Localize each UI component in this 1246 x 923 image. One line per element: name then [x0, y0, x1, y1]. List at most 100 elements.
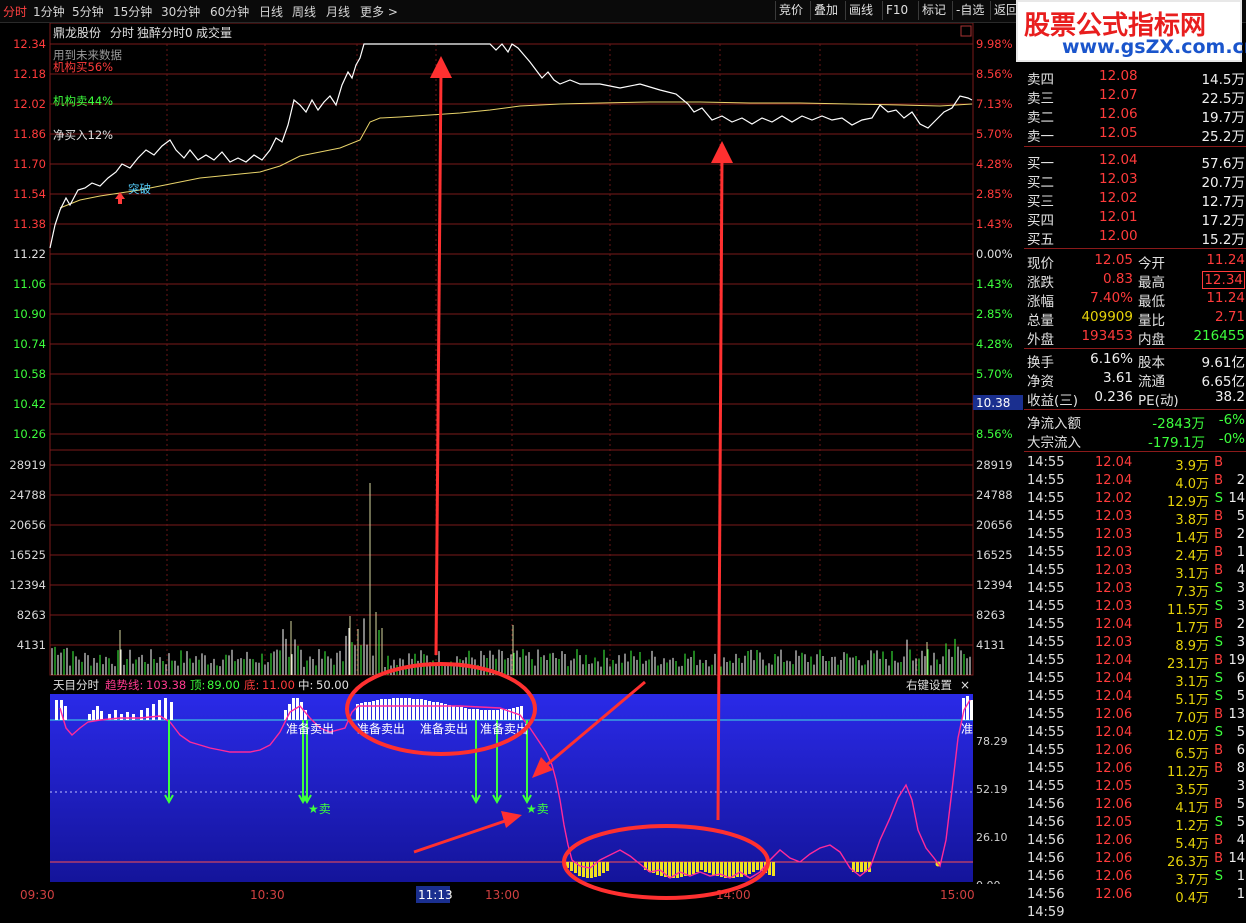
tick-row: 14:55 12.04 5.1万 S 5 [1027, 689, 1245, 708]
mark-button[interactable]: 标记 [918, 1, 949, 20]
tick-time: 14:55 [1027, 581, 1065, 596]
sell-star-label: ★卖 [308, 802, 331, 816]
tick-count: 8 [1236, 761, 1245, 776]
indicator-bar [368, 702, 371, 720]
f10-button[interactable]: F10 [882, 1, 911, 20]
indicator-bar [388, 699, 391, 720]
price-tick-label: 10.42 [13, 397, 46, 411]
percent-tick-label: 0.00% [976, 247, 1013, 261]
tick-price: 12.03 [1095, 599, 1133, 614]
time-label: 13:00 [485, 888, 520, 902]
indicator-bar [476, 709, 479, 720]
panel-toggle-icon[interactable] [960, 25, 972, 37]
price-tick-label: 11.86 [13, 127, 46, 141]
tab-monthly[interactable]: 月线 [326, 3, 350, 20]
auction-button[interactable]: 竞价 [775, 1, 806, 20]
price-tick-label: 11.22 [13, 247, 46, 261]
indicator-bar [376, 700, 379, 720]
tick-price: 12.05 [1095, 815, 1133, 830]
ind-axis-label: 26.10 [976, 831, 1008, 844]
time-label: 10:30 [250, 888, 285, 902]
tick-row: 14:55 12.03 3.1万 B 4 [1027, 563, 1245, 582]
tab-5min[interactable]: 5分钟 [72, 3, 104, 20]
indicator-bar [64, 706, 67, 720]
tick-volume: 6.5万 [1175, 747, 1209, 762]
tick-side: B [1214, 509, 1223, 524]
tab-intraday[interactable]: 分时 [3, 3, 27, 20]
tick-count: 6 [1236, 671, 1245, 686]
indicator-bar [296, 698, 299, 720]
tab-daily[interactable]: 日线 [259, 3, 283, 20]
volume-tick-label: 16525 [976, 548, 1013, 562]
tick-row: 14:55 12.04 3.9万 B [1027, 455, 1245, 474]
tick-price: 12.06 [1095, 833, 1133, 848]
indicator-bar [472, 709, 475, 720]
tick-price: 12.03 [1095, 635, 1133, 650]
tab-more[interactable]: 更多 > [360, 3, 398, 20]
tab-15min[interactable]: 15分钟 [113, 3, 152, 20]
tab-60min[interactable]: 60分钟 [210, 3, 249, 20]
indicator-bar [488, 710, 491, 720]
tick-time: 14:56 [1027, 815, 1065, 830]
tick-count: 19 [1228, 653, 1245, 668]
volume-tick-label: 16525 [9, 548, 46, 562]
indicator-bar [680, 862, 683, 877]
indicator-bar [420, 699, 423, 720]
indicator-bar [728, 862, 731, 878]
stat-label: 外盘 [1027, 332, 1054, 348]
flow-label: 净流入额 [1027, 416, 1081, 432]
percent-tick-label: 4.28% [976, 337, 1013, 351]
tick-price: 12.06 [1095, 707, 1133, 722]
indicator-bar [752, 862, 755, 872]
indicator-bar [170, 702, 173, 720]
bid-row: 买二 12.03 20.7万 [1027, 171, 1245, 191]
tick-volume: 23.1万 [1167, 657, 1209, 672]
tab-weekly[interactable]: 周线 [292, 3, 316, 20]
tick-price: 12.03 [1095, 581, 1133, 596]
bottom-label: 底: [244, 678, 259, 692]
stat-row: 总量 409909 量比 2.71 [1027, 309, 1245, 329]
sell-star-label: ★卖 [526, 802, 549, 816]
bid-label: 买五 [1027, 232, 1054, 248]
bid-row: 买三 12.02 12.7万 [1027, 190, 1245, 210]
tab-1min[interactable]: 1分钟 [33, 3, 65, 20]
indicator-bar [152, 704, 155, 720]
indicator-bar [602, 862, 605, 873]
ask-label: 卖四 [1027, 72, 1054, 88]
indicator-bar [464, 708, 467, 720]
tick-price: 12.03 [1095, 527, 1133, 542]
close-indicator-icon[interactable]: × [960, 678, 970, 692]
stat-value: 38.2 [1214, 389, 1245, 405]
settings-link[interactable]: 右键设置 [906, 678, 952, 692]
stat-row: 涨跌 0.83 最高 12.34 [1027, 271, 1245, 291]
overlay-button[interactable]: 叠加 [810, 1, 841, 20]
tab-30min[interactable]: 30分钟 [161, 3, 200, 20]
tick-volume: 11.2万 [1167, 765, 1209, 780]
ind-axis-label: 52.19 [976, 783, 1008, 796]
tick-count: 3 [1236, 599, 1245, 614]
tick-side: B [1214, 545, 1223, 560]
volume-tick-label: 4131 [17, 638, 46, 652]
tick-side: B [1214, 617, 1223, 632]
tick-row: 14:59 [1027, 905, 1245, 923]
stat-value: 0.83 [1102, 271, 1133, 287]
tick-volume: 5.1万 [1175, 693, 1209, 708]
tick-price: 12.06 [1095, 761, 1133, 776]
tick-time: 14:56 [1027, 851, 1065, 866]
ask-price: 12.07 [1099, 87, 1138, 103]
tick-volume: 3.7万 [1175, 873, 1209, 888]
tick-volume: 3.5万 [1175, 783, 1209, 798]
volume-tick-label: 28919 [976, 458, 1013, 472]
indicator-bar [590, 862, 593, 878]
tick-time: 14:55 [1027, 491, 1065, 506]
watchlist-button[interactable]: -自选 [952, 1, 987, 20]
tick-count: 14 [1228, 851, 1245, 866]
stat-value: 9.61亿 [1201, 355, 1245, 371]
volume-tick-label: 24788 [9, 488, 46, 502]
indicator-bar [92, 710, 95, 720]
tick-volume: 12.9万 [1167, 495, 1209, 510]
stat-label: 总量 [1027, 313, 1054, 329]
stat-label: 今开 [1138, 256, 1165, 272]
indicator-bar [400, 698, 403, 720]
draw-line-button[interactable]: 画线 [845, 1, 876, 20]
